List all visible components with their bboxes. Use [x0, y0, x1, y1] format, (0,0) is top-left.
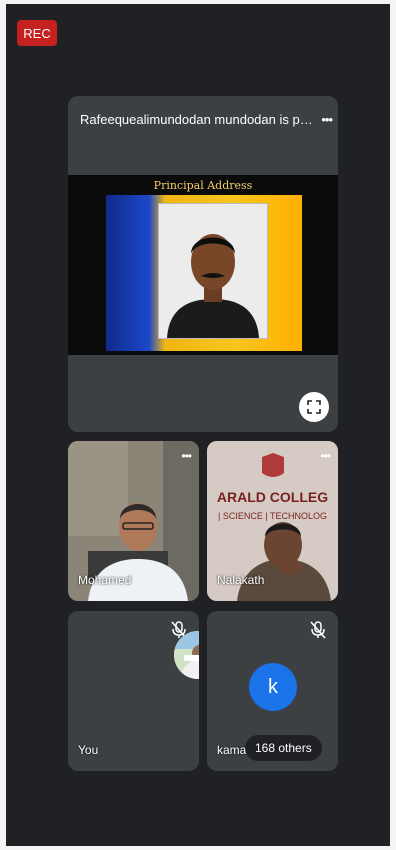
shared-slide: Principal Address [68, 175, 338, 355]
participant-name: Mohamed [78, 573, 132, 587]
slide-caption: Principal Address [153, 179, 253, 192]
participant-tile-kama[interactable]: k kama 168 others [207, 611, 338, 771]
meeting-screen: REC Rafeequealimundodan mundodan is p… •… [6, 4, 390, 846]
avatar-initial: k [268, 675, 278, 698]
recording-badge[interactable]: REC [17, 20, 57, 46]
presenter-title: Rafeequealimundodan mundodan is p… [80, 112, 313, 127]
participant-tile-mohamed[interactable]: ••• Mohamed [68, 441, 199, 601]
presentation-tile[interactable]: Rafeequealimundodan mundodan is p… ••• P… [68, 96, 338, 432]
more-options-icon[interactable]: ••• [321, 112, 333, 127]
fullscreen-button[interactable] [299, 392, 329, 422]
backdrop-subtitle: | SCIENCE | TECHNOLOG [217, 511, 328, 521]
more-options-icon[interactable]: ••• [320, 449, 331, 463]
participant-name: You [78, 743, 99, 757]
participant-name: kama [217, 743, 247, 757]
participant-tile-you[interactable]: You [68, 611, 199, 771]
mic-off-icon [310, 621, 326, 639]
avatar: k [249, 663, 297, 711]
slide-portrait [158, 203, 268, 339]
participant-tile-nalakath[interactable]: ARALD COLLEG | SCIENCE | TECHNOLOG ••• N… [207, 441, 338, 601]
backdrop-college-name: ARALD COLLEG [216, 489, 329, 505]
others-count-pill[interactable]: 168 others [245, 735, 322, 761]
participant-name: Nalakath [217, 573, 265, 587]
portrait-figure [167, 234, 259, 338]
more-options-icon[interactable]: ••• [181, 449, 192, 463]
fullscreen-icon [307, 400, 321, 414]
